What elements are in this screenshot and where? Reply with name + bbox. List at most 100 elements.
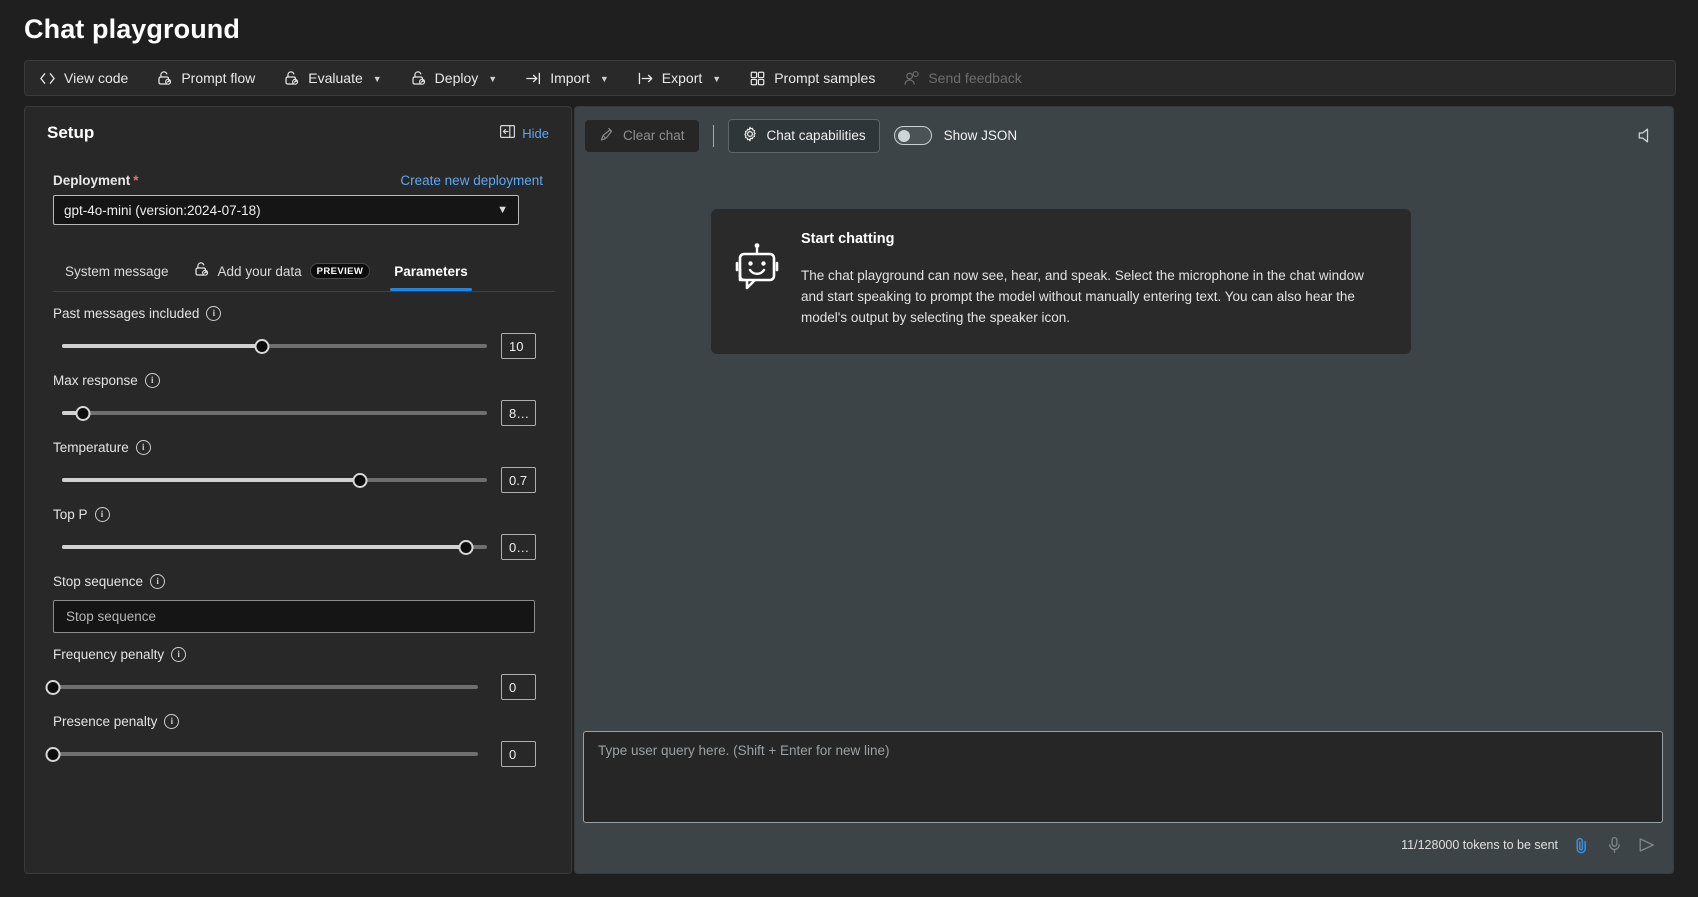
deployment-select[interactable]: gpt-4o-mini (version:2024-07-18) ▼	[53, 195, 519, 225]
parameter-past-messages-included: Past messages included i 10	[53, 306, 543, 359]
parameter-top-p: Top P i 0…	[53, 507, 543, 560]
start-chatting-card: Start chatting The chat playground can n…	[711, 209, 1411, 354]
gear-icon	[742, 126, 758, 145]
card-body: The chat playground can now see, hear, a…	[801, 268, 1364, 325]
tab-add-your-data[interactable]: Add your data PREVIEW	[181, 251, 383, 291]
parameter-label-text: Presence penalty	[53, 714, 158, 729]
parameter-label-text: Max response	[53, 373, 138, 388]
command-prompt-samples[interactable]: Prompt samples	[737, 61, 887, 95]
slider-thumb[interactable]	[352, 472, 367, 488]
tab-label: Add your data	[217, 263, 302, 279]
parameter-slider[interactable]	[62, 404, 487, 422]
export-icon	[637, 70, 654, 87]
setup-header: Setup Hide	[25, 107, 571, 159]
code-icon	[39, 70, 56, 87]
card-title: Start chatting	[801, 231, 895, 247]
create-new-deployment-link[interactable]: Create new deployment	[400, 173, 543, 188]
parameter-value[interactable]: 8…	[501, 400, 536, 426]
preview-badge: PREVIEW	[309, 263, 371, 279]
command-prompt-flow[interactable]: Prompt flow	[144, 61, 267, 95]
command-evaluate[interactable]: Evaluate ▼	[271, 61, 393, 95]
tab-parameters[interactable]: Parameters	[382, 251, 480, 291]
robot-icon	[735, 231, 779, 328]
parameter-slider[interactable]	[62, 471, 487, 489]
command-label: Import	[550, 70, 590, 86]
parameter-value[interactable]: 0	[501, 674, 536, 700]
page-title: Chat playground	[24, 14, 240, 44]
command-label: Prompt flow	[181, 70, 256, 86]
setup-title: Setup	[47, 123, 95, 142]
stop-sequence-placeholder: Stop sequence	[66, 609, 157, 624]
deployment-label-text: Deployment	[53, 173, 131, 188]
message-input[interactable]: Type user query here. (Shift + Enter for…	[583, 731, 1663, 823]
parameter-slider[interactable]	[62, 337, 487, 355]
clear-chat-button[interactable]: Clear chat	[585, 119, 699, 152]
grid-icon	[749, 70, 766, 87]
import-icon	[525, 70, 542, 87]
speaker-icon[interactable]	[1635, 124, 1657, 146]
parameter-label: Stop sequence i	[53, 574, 543, 589]
parameter-value[interactable]: 0.7	[501, 467, 536, 493]
composer-footer: 11/128000 tokens to be sent	[1401, 835, 1657, 855]
parameter-slider[interactable]	[45, 745, 478, 763]
prompt-flow-icon	[156, 70, 173, 87]
slider-thumb[interactable]	[75, 405, 91, 421]
info-icon[interactable]: i	[144, 373, 160, 388]
stop-sequence-input[interactable]: Stop sequence	[53, 600, 535, 633]
chat-panel: Clear chat Chat capabilities Show JSON S…	[574, 106, 1674, 874]
slider-thumb[interactable]	[254, 338, 270, 354]
info-icon[interactable]: i	[206, 306, 222, 321]
slider-fill	[62, 478, 360, 482]
tab-system-message[interactable]: System message	[53, 251, 181, 291]
parameter-slider-row: 0…	[53, 534, 543, 560]
parameter-label-text: Past messages included	[53, 306, 200, 321]
slider-thumb[interactable]	[45, 746, 61, 762]
chevron-down-icon: ▼	[372, 74, 382, 84]
message-input-placeholder: Type user query here. (Shift + Enter for…	[598, 743, 890, 758]
paperclip-icon[interactable]	[1571, 835, 1591, 855]
chevron-down-icon: ▼	[599, 74, 609, 84]
command-deploy[interactable]: Deploy ▼	[398, 61, 510, 95]
command-import[interactable]: Import ▼	[513, 61, 621, 95]
broom-icon	[599, 127, 614, 145]
parameter-label: Presence penalty i	[53, 714, 543, 729]
parameter-value[interactable]: 0…	[501, 534, 536, 560]
chevron-down-icon: ▼	[712, 74, 722, 84]
parameter-slider-row: 0.7	[53, 467, 543, 493]
slider-thumb[interactable]	[45, 679, 61, 695]
slider-thumb[interactable]	[458, 539, 474, 555]
command-label: Deploy	[434, 70, 479, 86]
info-icon[interactable]: i	[171, 647, 187, 662]
toolbar-divider	[712, 124, 714, 147]
parameter-temperature: Temperature i 0.7	[53, 440, 543, 493]
tabs-divider	[53, 291, 555, 292]
slider-fill	[62, 545, 466, 549]
info-icon[interactable]: i	[135, 440, 151, 455]
parameter-frequency-penalty: Frequency penalty i 0	[45, 647, 543, 700]
command-view-code[interactable]: View code	[27, 61, 140, 95]
hide-panel-label: Hide	[522, 125, 549, 141]
parameter-slider[interactable]	[45, 678, 478, 696]
parameter-slider-row: 8…	[53, 400, 543, 426]
info-icon[interactable]: i	[150, 574, 166, 589]
command-label: Prompt samples	[774, 70, 876, 86]
info-icon[interactable]: i	[94, 507, 110, 522]
hide-panel-button[interactable]: Hide	[500, 125, 549, 141]
show-json-toggle[interactable]	[893, 126, 932, 145]
chat-capabilities-button[interactable]: Chat capabilities	[727, 118, 880, 153]
send-icon[interactable]	[1637, 835, 1657, 855]
parameter-slider-row: 0	[45, 674, 543, 700]
parameter-value[interactable]: 10	[501, 333, 536, 359]
parameter-label: Past messages included i	[53, 306, 543, 321]
evaluate-icon	[283, 70, 300, 87]
parameter-value[interactable]: 0	[501, 741, 536, 767]
feedback-icon	[903, 70, 920, 87]
setup-tabs: System message Add your data PREVIEW Parame…	[53, 251, 543, 291]
slider-track	[53, 752, 478, 756]
command-export[interactable]: Export ▼	[625, 61, 733, 95]
microphone-icon[interactable]	[1604, 835, 1624, 855]
parameter-slider[interactable]	[62, 538, 487, 556]
parameter-label: Max response i	[53, 373, 543, 388]
slider-fill	[62, 344, 262, 348]
info-icon[interactable]: i	[164, 714, 180, 729]
